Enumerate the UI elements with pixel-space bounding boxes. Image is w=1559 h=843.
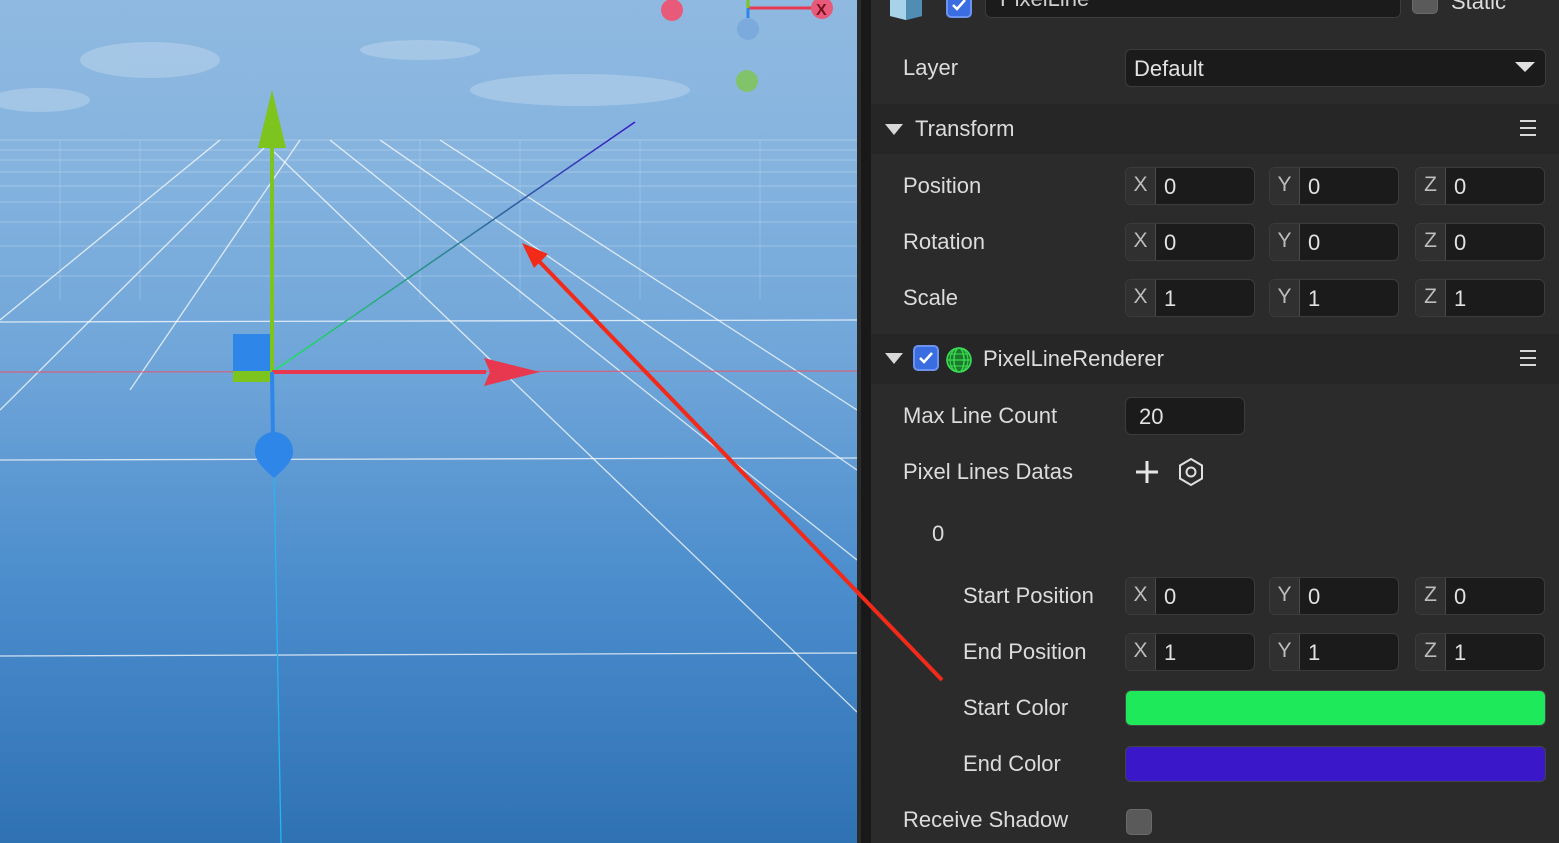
collapse-triangle-icon[interactable] <box>885 124 903 135</box>
max-line-count-label: Max Line Count <box>903 403 1058 428</box>
max-line-count-value: 20 <box>1139 404 1164 429</box>
rotation-x-field[interactable]: X 0 <box>1125 223 1255 261</box>
end-position-x-value: 1 <box>1164 640 1177 665</box>
panel-splitter[interactable] <box>857 0 871 843</box>
object-name-value: PixelLine <box>1000 0 1089 17</box>
component-menu-icon[interactable] <box>1520 350 1536 366</box>
transform-section-header[interactable]: Transform <box>871 104 1559 154</box>
end-position-y-field[interactable]: Y 1 <box>1269 633 1399 671</box>
start-color-swatch[interactable] <box>1125 690 1546 726</box>
axis-x-label: X <box>1126 168 1156 204</box>
position-label: Position <box>903 173 982 198</box>
axis-y-label: Y <box>1270 224 1300 260</box>
position-z-value: 0 <box>1454 174 1467 199</box>
start-position-x-value: 0 <box>1164 584 1177 609</box>
end-position-x-field[interactable]: X 1 <box>1125 633 1255 671</box>
start-position-z-value: 0 <box>1454 584 1467 609</box>
chevron-down-icon <box>1515 62 1535 72</box>
scale-x-value: 1 <box>1164 286 1177 311</box>
position-y-field[interactable]: Y 0 <box>1269 167 1399 205</box>
rotation-y-field[interactable]: Y 0 <box>1269 223 1399 261</box>
end-position-z-value: 1 <box>1454 640 1467 665</box>
position-z-field[interactable]: Z 0 <box>1415 167 1545 205</box>
pixel-line-renderer-section-header[interactable]: PixelLineRenderer <box>871 334 1559 384</box>
axis-z-label: Z <box>1416 578 1446 614</box>
axis-x-label: X <box>1126 280 1156 316</box>
collapse-triangle-icon[interactable] <box>885 353 903 364</box>
axis-z-label: Z <box>1416 168 1446 204</box>
rotation-label: Rotation <box>903 229 985 254</box>
renderer-title: PixelLineRenderer <box>983 346 1164 371</box>
position-x-field[interactable]: X 0 <box>1125 167 1255 205</box>
position-y-value: 0 <box>1308 174 1321 199</box>
orientation-neg-y-dot[interactable] <box>736 70 758 92</box>
object-active-checkbox[interactable] <box>946 0 972 18</box>
object-icon <box>888 0 924 20</box>
pixel-line-item-index[interactable]: 0 <box>932 520 944 548</box>
axis-y-label: Y <box>1270 634 1300 670</box>
start-color-label: Start Color <box>963 695 1069 720</box>
settings-icon[interactable] <box>1177 457 1205 487</box>
start-position-y-field[interactable]: Y 0 <box>1269 577 1399 615</box>
rotation-y-value: 0 <box>1308 230 1321 255</box>
layer-dropdown[interactable]: Default <box>1125 49 1546 87</box>
start-position-z-field[interactable]: Z 0 <box>1415 577 1545 615</box>
axis-z-label: Z <box>1416 634 1446 670</box>
axis-y-label: Y <box>1270 578 1300 614</box>
gizmo-plane-handle[interactable] <box>233 334 270 371</box>
receive-shadow-checkbox[interactable] <box>1126 809 1152 835</box>
gizmo-plane-handle-edge <box>233 371 270 382</box>
axis-y-label: Y <box>1270 168 1300 204</box>
start-position-x-field[interactable]: X 0 <box>1125 577 1255 615</box>
scale-y-field[interactable]: Y 1 <box>1269 279 1399 317</box>
scale-x-field[interactable]: X 1 <box>1125 279 1255 317</box>
add-icon[interactable] <box>1134 459 1160 485</box>
scene-viewport[interactable]: X <box>0 0 857 843</box>
renderer-enabled-checkbox[interactable] <box>913 345 939 371</box>
start-position-label: Start Position <box>963 583 1094 608</box>
end-position-label: End Position <box>963 639 1087 664</box>
receive-shadow-label: Receive Shadow <box>903 807 1069 832</box>
mesh-sphere-icon <box>945 346 973 374</box>
rotation-x-value: 0 <box>1164 230 1177 255</box>
end-color-swatch[interactable] <box>1125 746 1546 782</box>
end-position-z-field[interactable]: Z 1 <box>1415 633 1545 671</box>
axis-z-label: Z <box>1416 224 1446 260</box>
rotation-z-value: 0 <box>1454 230 1467 255</box>
scale-label: Scale <box>903 285 959 310</box>
rotation-z-field[interactable]: Z 0 <box>1415 223 1545 261</box>
inspector-panel: PixelLine Static Layer Default Transform… <box>871 0 1559 843</box>
component-menu-icon[interactable] <box>1520 120 1536 136</box>
scale-z-field[interactable]: Z 1 <box>1415 279 1545 317</box>
axis-x-label: X <box>1126 224 1156 260</box>
static-label: Static <box>1451 0 1507 14</box>
orientation-neg-x-dot[interactable] <box>661 0 683 21</box>
axis-x-label: X <box>1126 578 1156 614</box>
axis-y-label: Y <box>1270 280 1300 316</box>
axis-x-label: X <box>1126 634 1156 670</box>
scene-canvas[interactable]: X <box>0 0 857 843</box>
layer-label: Layer <box>903 55 959 80</box>
scale-y-value: 1 <box>1308 286 1321 311</box>
end-position-y-value: 1 <box>1308 640 1321 665</box>
axis-z-label: Z <box>1416 280 1446 316</box>
orientation-x-label: X <box>816 2 827 19</box>
position-x-value: 0 <box>1164 174 1177 199</box>
orientation-neg-z-dot[interactable] <box>737 18 759 40</box>
pixel-lines-datas-label: Pixel Lines Datas <box>903 459 1073 484</box>
start-position-y-value: 0 <box>1308 584 1321 609</box>
max-line-count-field[interactable]: 20 <box>1125 397 1245 435</box>
transform-title: Transform <box>915 116 1015 141</box>
end-color-label: End Color <box>963 751 1061 776</box>
sky-background <box>0 0 857 843</box>
layer-value: Default <box>1134 56 1204 81</box>
object-name-field[interactable]: PixelLine <box>985 0 1401 18</box>
scale-z-value: 1 <box>1454 286 1467 311</box>
gizmo-z-axis[interactable] <box>270 371 275 441</box>
static-checkbox[interactable] <box>1412 0 1438 14</box>
